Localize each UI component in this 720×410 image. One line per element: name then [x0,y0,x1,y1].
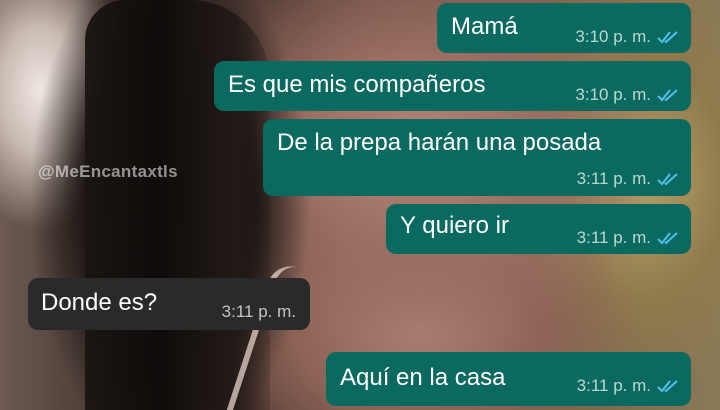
message-meta: 3:10 p. m. [575,27,679,47]
message-bubble-outgoing[interactable]: Es que mis compañeros 3:10 p. m. [214,61,691,111]
message-meta: 3:11 p. m. [577,376,679,396]
message-bubble-outgoing[interactable]: Aquí en la casa 3:11 p. m. [326,352,691,406]
message-time: 3:11 p. m. [221,302,296,321]
double-check-icon [657,173,678,186]
watermark: @MeEncantaxtls [38,162,178,181]
double-check-icon [657,89,678,102]
double-check-icon [657,232,678,245]
message-meta: 3:11 p. m. [222,302,296,322]
message-bubble-outgoing[interactable]: Mamá 3:10 p. m. [437,3,691,53]
message-text: Donde es? [41,289,158,316]
message-text: Y quiero ir [400,212,509,239]
message-bubble-outgoing[interactable]: De la prepa harán una posada 3:11 p. m. [263,119,691,196]
message-time: 3:11 p. m. [576,169,651,188]
message-meta: 3:11 p. m. [577,228,679,248]
message-text: Mamá [451,13,518,40]
message-time: 3:10 p. m. [575,27,651,46]
message-time: 3:10 p. m. [575,85,651,104]
message-text: Aquí en la casa [340,364,506,391]
message-time: 3:11 p. m. [576,376,651,395]
double-check-icon [657,380,678,393]
double-check-icon [657,31,678,44]
message-meta: 3:11 p. m. [577,169,679,189]
message-bubble-incoming[interactable]: Donde es? 3:11 p. m. [28,278,310,330]
message-bubble-outgoing[interactable]: Y quiero ir 3:11 p. m. [386,204,691,254]
message-meta: 3:10 p. m. [575,85,679,105]
message-time: 3:11 p. m. [576,228,651,247]
message-text: De la prepa harán una posada [277,129,602,156]
message-text: Es que mis compañeros [228,71,486,98]
